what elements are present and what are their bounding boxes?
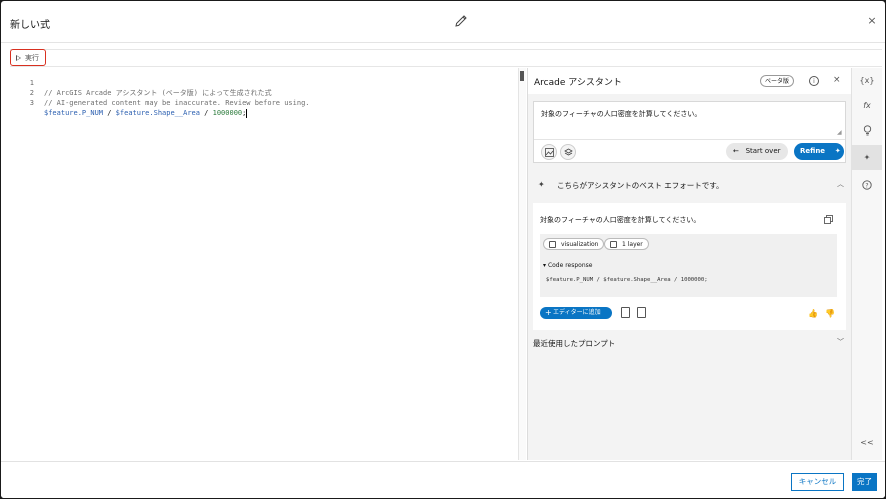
dialog-title: 新しい式 [10, 20, 50, 31]
recent-prompts-header[interactable]: 最近使用したプロンプト ﹀ [528, 335, 852, 351]
visualization-icon [549, 241, 556, 248]
line-number: 3 [29, 99, 34, 107]
run-toolbar: 実行 [10, 49, 882, 67]
editor-scrollbar[interactable] [518, 68, 526, 460]
divider [534, 139, 845, 140]
code-variable: $feature.P_NUM [44, 109, 104, 117]
dialog-close-icon[interactable]: × [865, 14, 879, 28]
dialog-footer: キャンセル 完了 [1, 461, 885, 498]
assistant-title: Arcade アシスタント [534, 78, 622, 88]
editor-line: 1 // ArcGIS Arcade アシスタント (ベータ版) によって生成さ… [10, 68, 272, 97]
code-operator: / [103, 109, 116, 117]
code-response-text: $feature.P_NUM / $feature.Shape__Area / … [546, 277, 708, 283]
assistant-header: Arcade アシスタント ベータ版 i × [528, 68, 852, 94]
code-comment: // ArcGIS Arcade アシスタント (ベータ版) によって生成された… [44, 89, 272, 97]
scrollbar-thumb[interactable] [520, 71, 524, 81]
code-comment: // AI-generated content may be inaccurat… [44, 99, 310, 107]
code-response-toggle[interactable]: ▾ Code response [543, 262, 592, 269]
response-card: 対象のフィーチャの人口密度を計算してください。 visualization 1 … [533, 203, 846, 330]
layer-icon [610, 241, 617, 248]
code-operator: / [199, 109, 213, 117]
chip-visualization: visualization [543, 238, 605, 250]
code-editor[interactable]: 1 // ArcGIS Arcade アシスタント (ベータ版) によって生成さ… [10, 68, 518, 460]
variables-icon[interactable]: {x} [852, 68, 882, 93]
document-icon[interactable] [621, 307, 630, 318]
code-expression: $feature.P_NUM / $feature.Shape__Area / … [44, 108, 248, 118]
arrow-left-icon: ← [733, 147, 739, 155]
thumbs-down-icon[interactable]: 👎 [825, 309, 835, 318]
new-expression-dialog: 新しい式 × 実行 1 // ArcGIS Arcade アシスタント (ベータ… [1, 1, 885, 498]
sparkle-icon[interactable]: ✦ [852, 145, 882, 170]
response-details: visualization 1 layer ▾ Code response $f… [540, 234, 837, 297]
run-label: 実行 [25, 53, 39, 62]
dialog-header: 新しい式 × [1, 1, 885, 43]
assistant-close-icon[interactable]: × [833, 75, 841, 85]
lightbulb-icon[interactable] [852, 118, 882, 143]
clipboard-icon[interactable] [637, 307, 646, 318]
chevron-down-icon[interactable]: ﹀ [837, 337, 844, 347]
refine-button[interactable]: Refine ✦ [794, 143, 844, 160]
plus-icon: + [545, 308, 552, 317]
response-title: 対象のフィーチャの人口密度を計算してください。 [540, 216, 701, 224]
sparkle-icon: ✦ [538, 180, 545, 189]
beta-badge: ベータ版 [760, 75, 795, 87]
editor-line: 3 $feature.P_NUM / $feature.Shape__Area … [10, 88, 248, 118]
editor-line: 2 // AI-generated content may be inaccur… [10, 78, 310, 107]
chip-layer: 1 layer [604, 238, 649, 250]
functions-icon[interactable]: fx [852, 93, 882, 118]
chip-label: visualization [561, 241, 599, 248]
pencil-icon[interactable] [453, 13, 469, 29]
play-icon [16, 54, 21, 61]
prompt-input-card[interactable]: 対象のフィーチャの人口密度を計算してください。 ◢ ← Start over R… [533, 101, 846, 163]
best-effort-header[interactable]: ✦ こちらがアシスタントのベスト エフォートです。 ︿ [528, 175, 852, 195]
recent-prompts-label: 最近使用したプロンプト [533, 339, 616, 348]
svg-text:?: ? [865, 182, 868, 189]
arcade-assistant-panel: Arcade アシスタント ベータ版 i × 対象のフィーチャの人口密度を計算し… [527, 68, 852, 460]
start-over-label: Start over [745, 147, 781, 155]
done-button[interactable]: 完了 [852, 473, 877, 491]
chevron-up-icon[interactable]: ︿ [837, 179, 844, 189]
run-button[interactable]: 実行 [10, 49, 46, 66]
add-to-editor-label: エディターに追加 [553, 309, 601, 316]
sparkle-icon: ✦ [834, 147, 841, 155]
layers-icon[interactable] [560, 144, 576, 160]
copy-icon[interactable] [824, 215, 833, 224]
prompt-input[interactable]: 対象のフィーチャの人口密度を計算してください。 [541, 109, 701, 119]
info-icon[interactable]: i [809, 76, 819, 86]
help-icon[interactable]: ? [852, 172, 882, 197]
chevron-down-icon: ▾ [543, 262, 547, 269]
refine-label: Refine [800, 147, 826, 155]
thumbs-up-icon[interactable]: 👍 [808, 309, 818, 318]
code-number: 1000000 [212, 109, 243, 117]
image-icon[interactable] [541, 144, 557, 160]
chip-label: 1 layer [622, 241, 643, 248]
code-variable: $feature.Shape__Area [115, 109, 200, 117]
side-icon-rail: {x} fx ✦ ? << [851, 68, 882, 460]
code-response-label: Code response [547, 262, 593, 269]
start-over-button[interactable]: ← Start over [726, 143, 788, 160]
collapse-icon[interactable]: << [852, 438, 882, 447]
resize-grip-icon[interactable]: ◢ [837, 129, 842, 136]
best-effort-text: こちらがアシスタントのベスト エフォートです。 [557, 181, 724, 190]
cancel-button[interactable]: キャンセル [791, 473, 844, 491]
text-cursor [246, 108, 248, 118]
add-to-editor-button[interactable]: + エディターに追加 [540, 307, 612, 319]
